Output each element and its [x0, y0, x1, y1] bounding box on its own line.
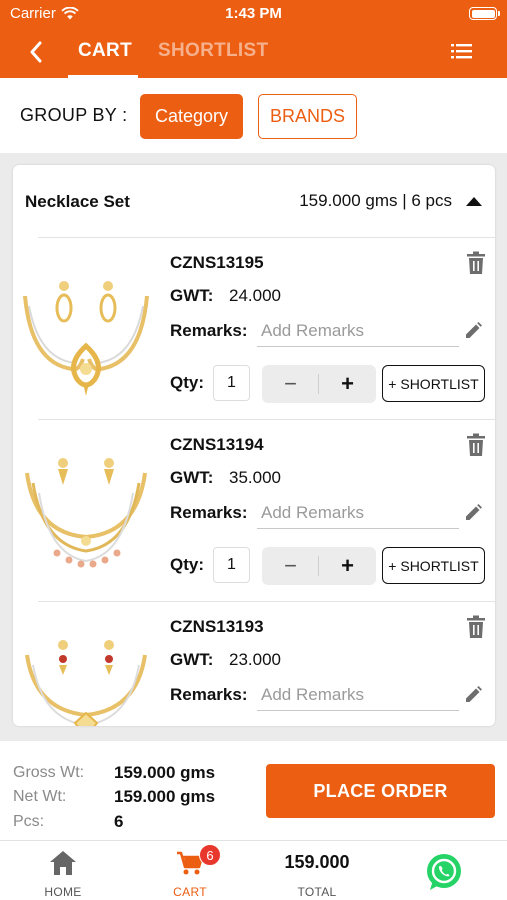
top-bar: Carrier 1:43 PM CART SHORTLIST [0, 0, 507, 78]
divider [38, 601, 495, 602]
tab-cart-bottom[interactable]: 6 CART [127, 841, 253, 900]
tab-shortlist[interactable]: SHORTLIST [158, 40, 268, 62]
order-summary: Gross Wt: 159.000 gms Net Wt: 159.000 gm… [0, 741, 507, 840]
tab-total-label: TOTAL [297, 885, 337, 899]
qty-label: Qty: [170, 555, 204, 574]
gwt-label: GWT: [170, 650, 214, 669]
gwt-value: 24.000 [229, 286, 281, 305]
gross-wt-value: 159.000 gms [114, 763, 216, 782]
category-summary: 159.000 gms | 6 pcs [299, 191, 452, 210]
gwt-label: GWT: [170, 468, 214, 487]
cart-item: CZNS13194 GWT: 35.000 Remarks: Qty: 1 − … [13, 419, 495, 601]
net-wt-value: 159.000 gms [114, 787, 216, 806]
tab-whatsapp[interactable] [381, 841, 507, 900]
divider [38, 419, 495, 420]
category-header[interactable]: Necklace Set 159.000 gms | 6 pcs [13, 165, 495, 237]
list-menu-icon [451, 44, 472, 59]
pencil-icon[interactable] [463, 685, 483, 705]
qty-label: Qty: [170, 373, 204, 392]
cart-item: CZNS13195 GWT: 24.000 Remarks: Qty: 1 − … [13, 237, 495, 419]
cart-item: CZNS13193 GWT: 23.000 Remarks: [13, 601, 495, 726]
menu-button[interactable] [451, 42, 477, 64]
whatsapp-icon [427, 854, 461, 890]
remarks-input[interactable] [257, 315, 459, 347]
product-code: CZNS13194 [170, 435, 264, 454]
quantity-stepper: − + [262, 547, 376, 585]
gwt-value: 35.000 [229, 468, 281, 487]
gwt-label: GWT: [170, 286, 214, 305]
remarks-label: Remarks: [170, 503, 248, 522]
pencil-icon[interactable] [463, 321, 483, 341]
clock: 1:43 PM [225, 5, 282, 22]
tab-cart-label: CART [173, 885, 207, 899]
quantity-stepper: − + [262, 365, 376, 403]
back-button[interactable] [22, 38, 50, 66]
home-icon [50, 851, 76, 875]
product-code: CZNS13193 [170, 617, 264, 636]
category-card: Necklace Set 159.000 gms | 6 pcs CZNS131… [13, 165, 495, 726]
place-order-button[interactable]: PLACE ORDER [266, 764, 495, 818]
qty-field[interactable]: 1 [213, 547, 250, 583]
trash-icon[interactable] [466, 251, 486, 275]
tab-cart[interactable]: CART [78, 40, 132, 62]
divider [38, 237, 495, 238]
gross-wt-label: Gross Wt: [13, 764, 85, 781]
category-title: Necklace Set [25, 192, 130, 211]
tab-home[interactable]: HOME [0, 841, 126, 900]
battery-icon [469, 7, 500, 20]
product-image[interactable] [17, 251, 155, 401]
increment-button[interactable]: + [319, 547, 376, 585]
decrement-button[interactable]: − [262, 365, 319, 403]
tab-home-label: HOME [44, 885, 82, 899]
gwt-value: 23.000 [229, 650, 281, 669]
caret-up-icon[interactable] [465, 195, 483, 207]
remarks-label: Remarks: [170, 685, 248, 704]
remarks-label: Remarks: [170, 321, 248, 340]
product-code: CZNS13195 [170, 253, 264, 272]
decrement-button[interactable]: − [262, 547, 319, 585]
pcs-label: Pcs: [13, 813, 45, 830]
add-to-shortlist-button[interactable]: + SHORTLIST [382, 365, 485, 402]
remarks-input[interactable] [257, 497, 459, 529]
nav-bar: CART SHORTLIST [0, 28, 507, 78]
product-image[interactable] [17, 433, 155, 583]
total-value: 159.000 [284, 852, 350, 872]
pencil-icon[interactable] [463, 503, 483, 523]
qty-field[interactable]: 1 [213, 365, 250, 401]
group-by-bar: GROUP BY : Category BRANDS [0, 78, 507, 153]
trash-icon[interactable] [466, 433, 486, 457]
group-by-brands-button[interactable]: BRANDS [258, 94, 357, 139]
cart-count-badge: 6 [199, 844, 221, 866]
trash-icon[interactable] [466, 615, 486, 639]
back-arrow-icon [30, 41, 42, 63]
tab-total[interactable]: 159.000 TOTAL [254, 841, 380, 900]
remarks-input[interactable] [257, 679, 459, 711]
add-to-shortlist-button[interactable]: + SHORTLIST [382, 547, 485, 584]
net-wt-label: Net Wt: [13, 788, 67, 805]
increment-button[interactable]: + [319, 365, 376, 403]
pcs-value: 6 [114, 812, 124, 831]
status-bar: Carrier 1:43 PM [0, 0, 507, 28]
group-by-label: GROUP BY : [20, 105, 128, 125]
group-by-category-button[interactable]: Category [140, 94, 243, 139]
bottom-tab-bar: HOME 6 CART 159.000 TOTAL [0, 840, 507, 900]
product-image[interactable] [17, 615, 155, 726]
